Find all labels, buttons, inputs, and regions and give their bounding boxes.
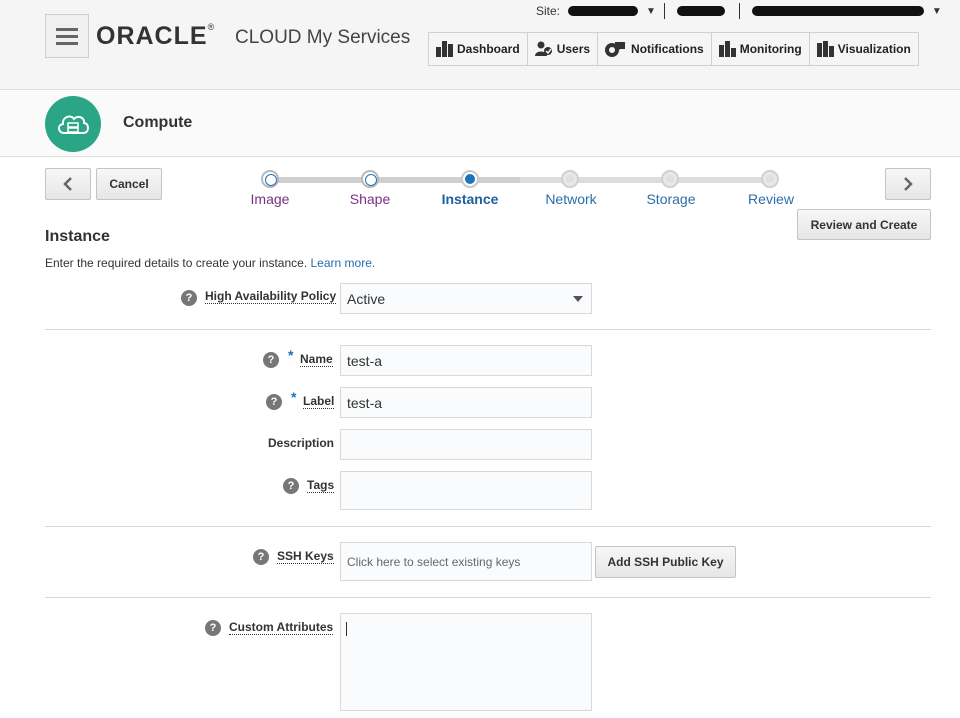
nav-monitoring[interactable]: Monitoring: [712, 33, 810, 65]
nav-label: Notifications: [631, 42, 704, 56]
train-stop-image[interactable]: [261, 170, 279, 188]
required-indicator: *: [288, 347, 294, 363]
nav-label: Visualization: [837, 42, 911, 56]
cloud-server-icon: [45, 96, 101, 152]
nav-users[interactable]: Users: [528, 33, 599, 65]
tags-label: Tags: [307, 478, 335, 493]
service-header: Compute: [0, 91, 960, 157]
help-icon[interactable]: ?: [205, 620, 221, 636]
logo-mark: ®: [207, 22, 216, 32]
label-label: Label: [303, 394, 335, 409]
train-label-network[interactable]: Network: [526, 191, 616, 207]
chevron-down-icon[interactable]: ▼: [646, 6, 656, 17]
name-input[interactable]: test-a: [340, 345, 592, 376]
dashboard-icon: [436, 41, 453, 57]
redacted-identity-domain: [676, 6, 725, 16]
logo-text: ORACLE: [96, 22, 208, 50]
ha-policy-select[interactable]: Active: [340, 283, 592, 314]
train-stop-review[interactable]: [761, 170, 779, 188]
custom-attributes-textarea[interactable]: [340, 613, 592, 711]
users-icon: [534, 41, 552, 56]
monitoring-icon: [718, 41, 736, 57]
ha-policy-value: Active: [347, 290, 386, 307]
required-indicator: *: [291, 389, 297, 405]
description-label: Description: [268, 436, 335, 450]
intro-text: Enter the required details to create you…: [45, 256, 375, 270]
top-bar: ORACLE® CLOUD My Services Site: ▼ ▼ Dash…: [0, 0, 960, 90]
train-remaining-line: [520, 177, 772, 183]
help-icon[interactable]: ?: [253, 549, 269, 565]
train-label-shape[interactable]: Shape: [325, 191, 415, 207]
hamburger-menu-icon[interactable]: [45, 14, 89, 58]
chevron-down-icon[interactable]: ▼: [932, 6, 942, 17]
help-icon[interactable]: ?: [266, 394, 282, 410]
cancel-button[interactable]: Cancel: [96, 168, 162, 200]
redacted-site-name: [568, 6, 639, 16]
header-nav: Dashboard Users Notifications Monitoring…: [428, 32, 919, 66]
tags-input[interactable]: [340, 471, 592, 510]
page-title: Compute: [123, 114, 193, 131]
intro-description: Enter the required details to create you…: [45, 256, 308, 270]
divider: [738, 3, 740, 19]
description-input[interactable]: [340, 429, 592, 460]
train-stop-shape[interactable]: [361, 170, 379, 188]
nav-visualization[interactable]: Visualization: [810, 33, 918, 65]
train-stop-instance[interactable]: [461, 170, 479, 188]
back-button[interactable]: [45, 168, 91, 200]
divider: [45, 526, 931, 527]
chevron-right-icon: [904, 177, 913, 191]
ssh-keys-label: SSH Keys: [277, 549, 334, 564]
train-label-review[interactable]: Review: [726, 191, 816, 207]
nav-label: Users: [556, 42, 591, 56]
help-icon[interactable]: ?: [263, 352, 279, 368]
site-label: Site:: [536, 4, 561, 18]
next-button[interactable]: [885, 168, 931, 200]
nav-label: Dashboard: [457, 42, 520, 56]
train-stop-network[interactable]: [561, 170, 579, 188]
nav-dashboard[interactable]: Dashboard: [429, 33, 528, 65]
train-label-image[interactable]: Image: [225, 191, 315, 207]
label-input[interactable]: test-a: [340, 387, 592, 418]
divider: [663, 3, 665, 19]
help-icon[interactable]: ?: [283, 478, 299, 494]
add-ssh-public-key-button[interactable]: Add SSH Public Key: [595, 546, 736, 578]
product-title: CLOUD My Services: [235, 27, 411, 48]
train-progress-line: [270, 177, 520, 183]
chevron-left-icon: [63, 177, 72, 191]
train-stop-storage[interactable]: [661, 170, 679, 188]
section-title: Instance: [45, 228, 110, 245]
visualization-icon: [816, 41, 834, 57]
nav-label: Monitoring: [739, 42, 802, 56]
redacted-user-name: [751, 6, 924, 16]
site-selector[interactable]: Site: ▼ ▼: [536, 3, 942, 19]
ha-policy-label: High Availability Policy: [205, 289, 337, 304]
learn-more-link[interactable]: Learn more.: [311, 256, 376, 270]
divider: [45, 329, 931, 330]
oracle-logo: ORACLE®: [96, 22, 215, 51]
ssh-keys-input[interactable]: Click here to select existing keys: [340, 542, 592, 581]
custom-attributes-label: Custom Attributes: [229, 620, 334, 635]
help-icon[interactable]: ?: [181, 290, 197, 306]
name-label: Name: [300, 352, 333, 367]
nav-notifications[interactable]: Notifications: [598, 33, 712, 65]
review-and-create-button[interactable]: Review and Create: [797, 209, 931, 240]
divider: [45, 597, 931, 598]
train-label-storage[interactable]: Storage: [626, 191, 716, 207]
text-cursor: [346, 622, 347, 636]
notifications-icon: [605, 42, 626, 57]
chevron-down-icon: [573, 296, 583, 302]
train-label-instance[interactable]: Instance: [425, 191, 515, 207]
